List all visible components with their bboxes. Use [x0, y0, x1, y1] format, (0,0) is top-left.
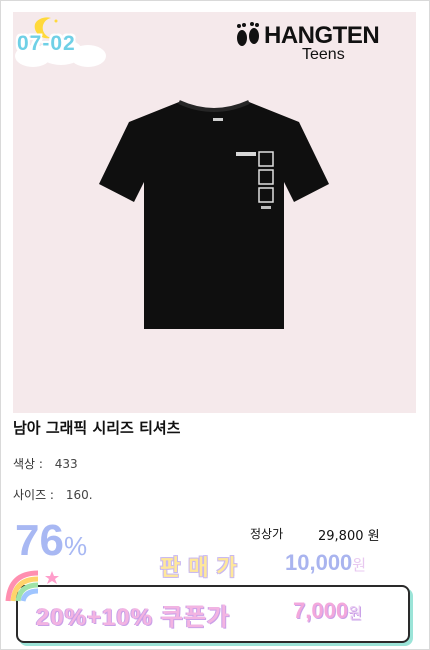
size-value: 160.: [65, 488, 93, 502]
brand-logo: HANGTEN Teens: [234, 22, 404, 67]
discount-rate: 76%: [15, 516, 87, 566]
product-title[interactable]: 남아 그래픽 시리즈 티셔츠: [13, 417, 180, 438]
footprint-icon: [237, 22, 259, 46]
tshirt-image: [99, 100, 329, 329]
product-image[interactable]: 07-02 HANGTEN Teens: [13, 12, 416, 413]
sale-price: 10,000원: [285, 550, 366, 576]
color-row: 색상 : 433: [13, 455, 78, 472]
coupon-price: 7,000원: [293, 598, 362, 624]
size-row: 사이즈 : 160.: [13, 486, 93, 503]
regular-price: 29,800 원: [318, 529, 380, 544]
sale-price-label: 판매가: [160, 556, 245, 581]
coupon-label: 20%+10% 쿠폰가: [36, 604, 230, 631]
sale-price-unit: 원: [352, 557, 367, 574]
discount-number: 76: [15, 516, 64, 565]
sale-price-value: 10,000: [285, 550, 353, 575]
discount-unit: %: [63, 531, 88, 561]
coupon-price-unit: 원: [348, 605, 362, 622]
coupon-price-box[interactable]: 20%+10% 쿠폰가 7,000원: [16, 585, 410, 643]
coupon-price-value: 7,000: [293, 598, 349, 623]
size-label: 사이즈 :: [13, 488, 54, 502]
brand-subline: Teens: [302, 46, 345, 63]
rainbow-icon: [5, 570, 59, 602]
color-value: 433: [54, 457, 78, 471]
date-badge: 07-02: [17, 32, 76, 55]
regular-price-label: 정상가: [250, 527, 284, 541]
color-label: 색상 :: [13, 457, 43, 471]
